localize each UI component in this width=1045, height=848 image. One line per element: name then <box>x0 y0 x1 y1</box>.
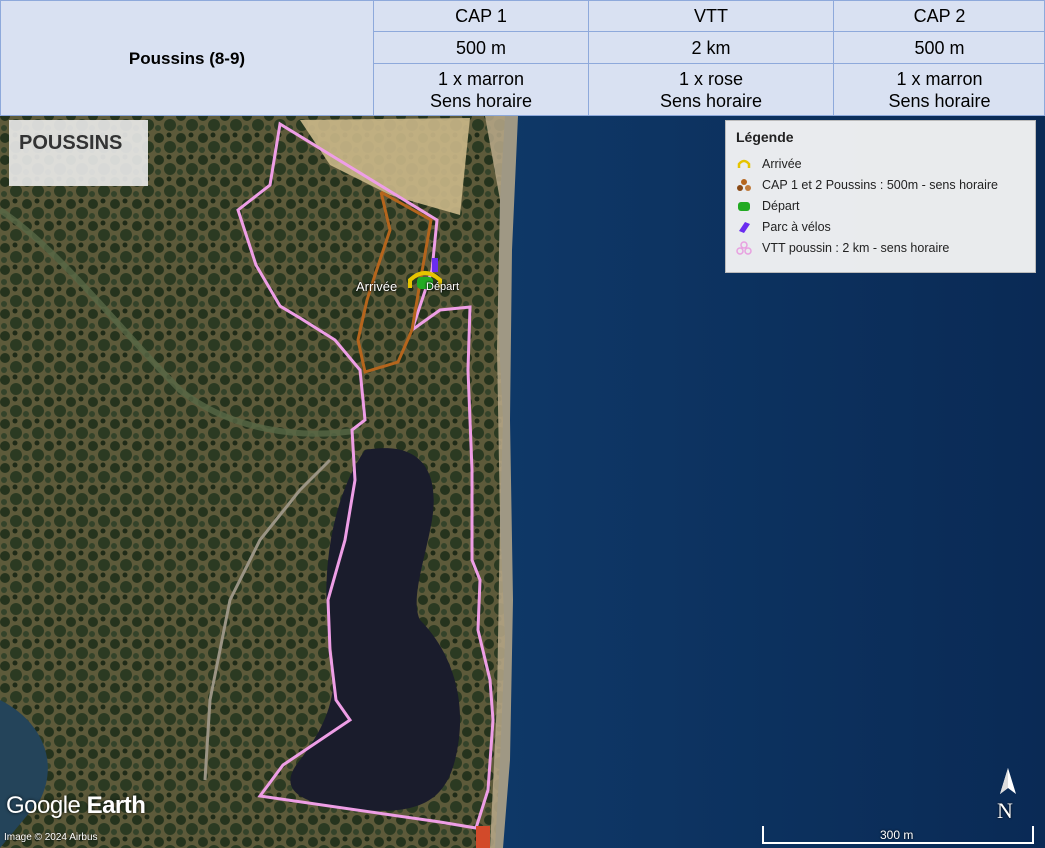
legend-item-bike-route: VTT poussin : 2 km - sens horaire <box>736 237 1025 258</box>
bike-park-icon <box>739 221 750 233</box>
course-table: Poussins (8-9) CAP 1 VTT CAP 2 500 m 2 k… <box>0 0 1045 116</box>
vtt-loop: 1 x rose Sens horaire <box>588 63 833 116</box>
col-header-vtt: VTT <box>588 1 833 31</box>
legend-label: Arrivée <box>762 156 802 171</box>
cap2-distance: 500 m <box>833 31 1045 63</box>
legend-label: Parc à vélos <box>762 219 831 234</box>
earth-word: Earth <box>86 792 146 819</box>
cap1-direction: Sens horaire <box>429 91 533 111</box>
arrival-label: Arrivée <box>356 279 398 294</box>
category-label: Poussins (8-9) <box>128 48 246 68</box>
vtt-loop-count: 1 x rose <box>678 69 744 89</box>
legend-item-arrival: Arrivée <box>736 153 1025 174</box>
col-header-cap2: CAP 2 <box>833 1 1045 31</box>
vtt-distance: 2 km <box>588 31 833 63</box>
arrival-icon <box>737 159 751 168</box>
start-label: Départ <box>426 281 460 293</box>
cap2-loop: 1 x marron Sens horaire <box>833 63 1045 116</box>
legend-item-run-route: CAP 1 et 2 Poussins : 500m - sens horair… <box>736 174 1025 195</box>
legend-label: CAP 1 et 2 Poussins : 500m - sens horair… <box>762 177 998 192</box>
cap2-direction: Sens horaire <box>888 91 991 111</box>
run-route-icon <box>737 178 751 191</box>
google-earth-logo: Google Earth <box>6 792 146 820</box>
cap1-loop: 1 x marron Sens horaire <box>373 63 588 116</box>
map-title: POUSSINS <box>9 120 148 186</box>
cap1-loop-count: 1 x marron <box>437 69 525 89</box>
google-word: Google <box>6 792 87 819</box>
col-header-cap1: CAP 1 <box>373 1 588 31</box>
legend-title: Légende <box>736 129 794 145</box>
start-icon <box>738 201 750 211</box>
scale-label: 300 m <box>880 828 914 842</box>
bike-park-marker <box>432 258 438 272</box>
cap1-distance: 500 m <box>373 31 588 63</box>
legend-label: Départ <box>762 198 800 213</box>
legend-item-bike-park: Parc à vélos <box>736 216 1025 237</box>
cap2-loop-count: 1 x marron <box>896 69 983 89</box>
north-label: N <box>997 798 1013 823</box>
imagery-copyright: Image © 2024 Airbus <box>4 832 98 843</box>
map-legend: Légende Arrivée CAP 1 et 2 Poussins : 50… <box>725 120 1036 273</box>
legend-label: VTT poussin : 2 km - sens horaire <box>762 240 950 255</box>
vtt-direction: Sens horaire <box>659 91 763 111</box>
legend-item-start: Départ <box>736 195 1025 216</box>
bike-route-icon <box>736 240 752 255</box>
